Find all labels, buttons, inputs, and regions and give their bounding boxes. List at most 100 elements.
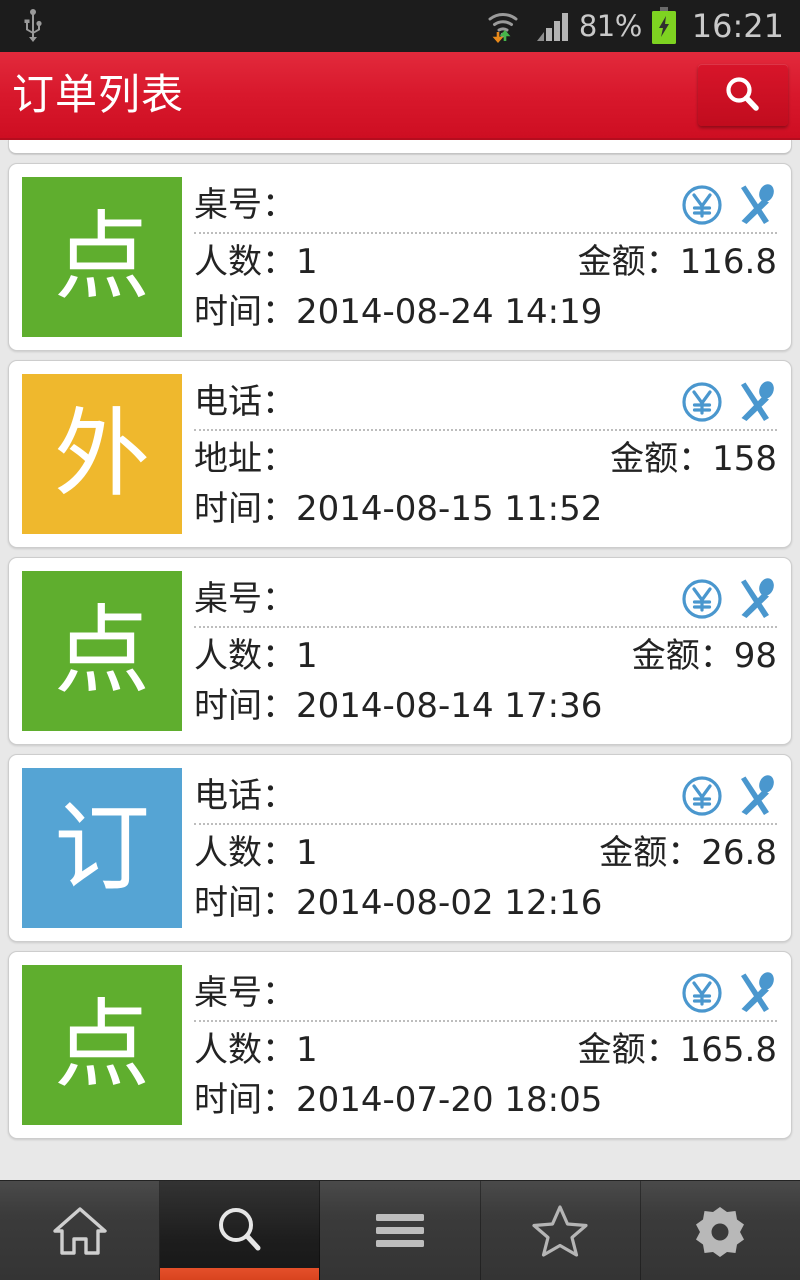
order-card-body: 电话： 地址： 金额： 158 时间： 2014-08-15 11:52 [194, 374, 777, 534]
wifi-icon [485, 8, 527, 44]
order-card-body: 电话： 人数： 1 金额： 26.8 时间： 2014-08-02 12:16 [194, 768, 777, 928]
order-amount-label: 金额： [577, 1029, 680, 1070]
order-secondary-label: 人数： [194, 241, 296, 282]
battery-charging-icon [651, 7, 677, 45]
yuan-circle-icon[interactable] [681, 775, 723, 817]
order-card[interactable]: 外 电话： 地址： 金额： 158 时间： 2014-08-15 11:52 [8, 360, 792, 548]
order-type-badge: 订 [22, 768, 182, 928]
order-secondary-label: 人数： [194, 832, 296, 873]
status-bar-clock: 16:21 [691, 7, 784, 45]
order-time-label: 时间： [194, 292, 296, 333]
status-bar-right: 81% 16:21 [485, 7, 784, 45]
order-time-value: 2014-08-15 11:52 [296, 489, 603, 530]
nav-search[interactable] [160, 1181, 321, 1280]
gear-icon [694, 1205, 746, 1257]
order-card-body: 桌号： 人数： 1 金额： 116.8 时间： 2014-08-24 14:19 [194, 177, 777, 337]
order-time-label: 时间： [194, 686, 296, 727]
order-action-icons [681, 774, 777, 818]
order-time-value: 2014-07-20 18:05 [296, 1080, 603, 1121]
order-row-secondary: 人数： 1 金额： 98 [194, 628, 777, 679]
app-root: 81% 16:21 订单列表 点 桌号： 人数： 1 金额： 116.8 时间：… [0, 0, 800, 1280]
order-time-value: 2014-08-02 12:16 [296, 883, 603, 924]
order-action-icons [681, 577, 777, 621]
order-card-body: 桌号： 人数： 1 金额： 165.8 时间： 2014-07-20 18:05 [194, 965, 777, 1125]
header-search-button[interactable] [698, 64, 788, 126]
order-type-badge: 点 [22, 177, 182, 337]
page-title: 订单列表 [12, 70, 185, 119]
order-row-primary: 电话： [194, 770, 777, 826]
order-type-badge: 点 [22, 571, 182, 731]
cutlery-icon[interactable] [733, 380, 777, 424]
order-row-time: 时间： 2014-08-14 17:36 [194, 680, 777, 731]
nav-menu[interactable] [320, 1181, 481, 1280]
home-icon [51, 1204, 109, 1258]
order-row-time: 时间： 2014-08-15 11:52 [194, 483, 777, 534]
yuan-circle-icon[interactable] [681, 381, 723, 423]
battery-percent-label: 81% [578, 9, 642, 43]
order-primary-label: 桌号： [194, 972, 296, 1013]
status-bar-left [20, 9, 46, 43]
order-amount-value: 26.8 [701, 832, 777, 873]
star-icon [531, 1203, 589, 1259]
order-amount-value: 165.8 [679, 1029, 777, 1070]
order-primary-label: 桌号： [194, 578, 296, 619]
order-amount-label: 金额： [631, 635, 734, 676]
usb-icon [20, 9, 46, 43]
yuan-circle-icon[interactable] [681, 972, 723, 1014]
order-secondary-label: 人数： [194, 635, 296, 676]
nav-settings[interactable] [641, 1181, 800, 1280]
order-type-badge: 点 [22, 965, 182, 1125]
order-row-time: 时间： 2014-08-24 14:19 [194, 286, 777, 337]
order-action-icons [681, 971, 777, 1015]
order-row-time: 时间： 2014-08-02 12:16 [194, 877, 777, 928]
cutlery-icon[interactable] [733, 971, 777, 1015]
order-row-primary: 电话： [194, 376, 777, 432]
order-action-icons [681, 380, 777, 424]
cellular-signal-icon [536, 10, 570, 42]
yuan-circle-icon[interactable] [681, 184, 723, 226]
search-icon [214, 1204, 266, 1258]
status-bar: 81% 16:21 [0, 0, 800, 52]
order-row-secondary: 人数： 1 金额： 116.8 [194, 234, 777, 285]
order-card[interactable]: 订 电话： 人数： 1 金额： 26.8 时间： 2014-08-02 12:1… [8, 754, 792, 942]
order-primary-label: 桌号： [194, 184, 296, 225]
order-amount-value: 158 [712, 438, 777, 479]
order-type-badge: 外 [22, 374, 182, 534]
order-time-label: 时间： [194, 489, 296, 530]
order-secondary-label: 人数： [194, 1029, 296, 1070]
order-list[interactable]: 点 桌号： 人数： 1 金额： 116.8 时间： 2014-08-24 14:… [0, 140, 800, 1180]
order-amount-label: 金额： [577, 241, 680, 282]
nav-home[interactable] [0, 1181, 161, 1280]
order-secondary-label: 地址： [194, 438, 296, 479]
order-card[interactable]: 点 桌号： 人数： 1 金额： [8, 951, 792, 1139]
order-secondary-value: 1 [296, 635, 318, 676]
order-row-primary: 桌号： [194, 967, 777, 1023]
order-amount-value: 98 [733, 635, 777, 676]
order-secondary-value: 1 [296, 832, 318, 873]
order-time-label: 时间： [194, 883, 296, 924]
order-secondary-value: 1 [296, 241, 318, 282]
order-row-secondary: 人数： 1 金额： 26.8 [194, 825, 777, 876]
order-time-label: 时间： [194, 1080, 296, 1121]
order-row-secondary: 地址： 金额： 158 [194, 431, 777, 482]
order-amount-label: 金额： [599, 832, 702, 873]
order-amount-label: 金额： [610, 438, 713, 479]
bottom-navigation-bar [0, 1180, 800, 1280]
cutlery-icon[interactable] [733, 183, 777, 227]
order-card-body: 桌号： 人数： 1 金额： 98 时间： 2014-08-14 17:36 [194, 571, 777, 731]
order-time-value: 2014-08-24 14:19 [296, 292, 603, 333]
yuan-circle-icon[interactable] [681, 578, 723, 620]
cutlery-icon[interactable] [733, 774, 777, 818]
partial-card-above[interactable] [8, 140, 792, 154]
order-row-primary: 桌号： [194, 179, 777, 235]
order-primary-label: 电话： [194, 775, 296, 816]
order-row-secondary: 人数： 1 金额： 165.8 [194, 1022, 777, 1073]
cutlery-icon[interactable] [733, 577, 777, 621]
order-action-icons [681, 183, 777, 227]
order-card[interactable]: 点 桌号： 人数： 1 金额： [8, 557, 792, 745]
menu-icon [373, 1210, 427, 1252]
order-card[interactable]: 点 桌号： 人数： 1 金额： [8, 163, 792, 351]
order-primary-label: 电话： [194, 381, 296, 422]
order-row-primary: 桌号： [194, 573, 777, 629]
nav-favorites[interactable] [481, 1181, 641, 1280]
